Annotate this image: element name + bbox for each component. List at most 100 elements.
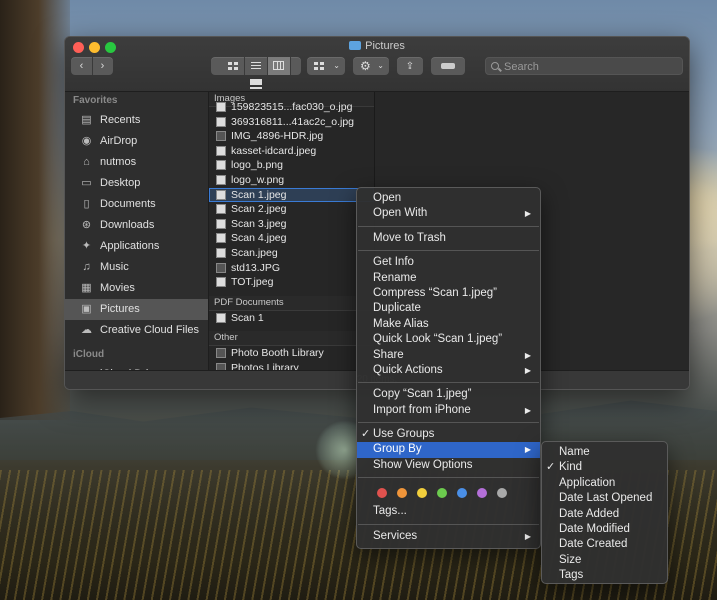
file-thumbnail-icon (216, 204, 226, 215)
file-row[interactable]: Scan 1 (209, 311, 374, 326)
file-row[interactable]: Scan 2.jpeg (209, 202, 374, 217)
menu-item-tags[interactable]: Tags... (357, 504, 540, 519)
file-thumbnail-icon (216, 160, 226, 171)
sidebar-item-label: AirDrop (100, 135, 138, 147)
group-by-item-date-created[interactable]: Date Created (542, 537, 667, 552)
sidebar-item-desktop[interactable]: ▭ Desktop (65, 173, 208, 194)
group-by-item-size[interactable]: Size (542, 553, 667, 568)
group-by-item-kind[interactable]: ✓ Kind (542, 460, 667, 475)
tag-color-dot[interactable] (457, 488, 467, 499)
menu-item-make-alias[interactable]: Make Alias (357, 317, 540, 332)
file-name: 159823515...fac030_o.jpg (231, 101, 353, 113)
favorites-header: Favorites (73, 95, 118, 106)
file-thumbnail-icon (216, 277, 226, 288)
tags-button[interactable] (431, 57, 465, 75)
menu-item-open[interactable]: Open (357, 191, 540, 206)
file-row[interactable]: Scan 4.jpeg (209, 231, 374, 246)
sidebar-item-music[interactable]: ♫ Music (65, 257, 208, 278)
file-name: std13.JPG (231, 261, 281, 274)
menu-item-move-to-trash[interactable]: Move to Trash (357, 231, 540, 246)
file-name: logo_b.png (231, 159, 283, 172)
sidebar-item-nutmos[interactable]: ⌂ nutmos (65, 152, 208, 173)
menu-item-label: Copy “Scan 1.jpeg” (373, 388, 472, 401)
sidebar-item-creative-cloud-files[interactable]: ☁ Creative Cloud Files (65, 320, 208, 341)
file-thumbnail-icon (216, 348, 226, 359)
file-row[interactable]: 159823515...fac030_o.jpg (209, 100, 374, 115)
action-button[interactable]: ⚙ ⌄ (353, 57, 389, 75)
menu-item-import-from-iphone[interactable]: Import from iPhone ▶ (357, 403, 540, 418)
tag-color-dot[interactable] (477, 488, 487, 499)
tag-color-dot[interactable] (397, 488, 407, 499)
file-row[interactable]: TOT.jpeg (209, 275, 374, 290)
group-by-item-tags[interactable]: Tags (542, 568, 667, 583)
documents-icon: ▯ (83, 198, 90, 210)
column-view-button[interactable] (267, 57, 291, 75)
menu-separator (358, 523, 539, 525)
group-by-item-label: Tags (559, 569, 584, 582)
back-button[interactable]: ‹ (72, 57, 93, 75)
menu-item-get-info[interactable]: Get Info (357, 255, 540, 270)
sidebar-item-pictures[interactable]: ▣ Pictures (65, 299, 208, 320)
menu-item-quick-look[interactable]: Quick Look “Scan 1.jpeg” (357, 332, 540, 347)
sidebar-item-label: Pictures (100, 303, 140, 315)
file-row[interactable]: Scan.jpeg (209, 246, 374, 261)
group-by-item-date-last-opened[interactable]: Date Last Opened (542, 491, 667, 506)
file-row[interactable]: kasset-idcard.jpeg (209, 144, 374, 159)
menu-item-open-with[interactable]: Open With ▶ (357, 206, 540, 221)
sidebar-item-movies[interactable]: ▦ Movies (65, 278, 208, 299)
pictures-icon: ▣ (81, 303, 92, 315)
share-button[interactable]: ⇪ (397, 57, 423, 75)
file-row[interactable]: logo_b.png (209, 158, 374, 173)
file-row[interactable]: 369316811...41ac2c_o.jpg (209, 115, 374, 130)
group-by-item-date-added[interactable]: Date Added (542, 507, 667, 522)
search-field[interactable]: Search (485, 57, 683, 75)
file-name: Scan 1 (231, 311, 264, 324)
icon-view-button[interactable] (222, 57, 245, 75)
group-button[interactable]: ⌄ (307, 57, 345, 75)
tag-color-dot[interactable] (377, 488, 387, 499)
menu-item-use-groups[interactable]: ✓ Use Groups (357, 427, 540, 442)
menu-item-rename[interactable]: Rename (357, 271, 540, 286)
submenu-arrow-icon: ▶ (524, 445, 531, 455)
tag-colors-row (357, 482, 540, 504)
list-view-button[interactable] (245, 57, 268, 75)
menu-item-label: Make Alias (373, 317, 429, 330)
submenu-arrow-icon: ▶ (524, 405, 531, 415)
tag-color-dot[interactable] (497, 488, 507, 499)
menu-item-show-view-options[interactable]: Show View Options (357, 458, 540, 473)
forward-button[interactable]: › (93, 57, 113, 75)
menu-item-duplicate[interactable]: Duplicate (357, 301, 540, 316)
file-row[interactable]: Scan 3.jpeg (209, 217, 374, 232)
sidebar-item-recents[interactable]: ▤ Recents (65, 110, 208, 131)
group-by-item-application[interactable]: Application (542, 476, 667, 491)
submenu-arrow-icon: ▶ (524, 350, 531, 360)
menu-item-share[interactable]: Share ▶ (357, 348, 540, 363)
menu-item-quick-actions[interactable]: Quick Actions ▶ (357, 363, 540, 378)
menu-item-label: Quick Actions (373, 363, 443, 376)
sidebar-item-applications[interactable]: ✦ Applications (65, 236, 208, 257)
gallery-view-icon (250, 79, 262, 89)
gallery-view-button[interactable] (245, 75, 267, 93)
menu-item-label: Tags... (373, 505, 407, 518)
file-row[interactable]: std13.JPG (209, 261, 374, 276)
sidebar-item-documents[interactable]: ▯ Documents (65, 194, 208, 215)
file-row[interactable]: IMG_4896-HDR.jpg (209, 129, 374, 144)
file-row[interactable]: Photo Booth Library (209, 346, 374, 361)
tag-color-dot[interactable] (417, 488, 427, 499)
sidebar-item-airdrop[interactable]: ◉ AirDrop (65, 131, 208, 152)
group-by-item-name[interactable]: Name (542, 445, 667, 460)
menu-item-services[interactable]: Services ▶ (357, 529, 540, 544)
menu-item-copy[interactable]: Copy “Scan 1.jpeg” (357, 387, 540, 402)
group-by-item-label: Date Last Opened (559, 492, 653, 505)
group-by-item-date-modified[interactable]: Date Modified (542, 522, 667, 537)
file-row[interactable]: Scan 1.jpeg (209, 187, 374, 203)
sidebar-item-label: Movies (100, 282, 135, 294)
sidebar-item-downloads[interactable]: ⊛ Downloads (65, 215, 208, 236)
tag-color-dot[interactable] (437, 488, 447, 499)
sidebar-item-label: Desktop (100, 177, 141, 189)
menu-item-label: Import from iPhone (373, 403, 471, 416)
menu-item-group-by[interactable]: Group By ▶ (357, 442, 540, 458)
menu-item-compress[interactable]: Compress “Scan 1.jpeg” (357, 286, 540, 301)
file-row[interactable]: logo_w.png (209, 173, 374, 188)
other-list: Photo Booth Library Photos Library (209, 346, 374, 371)
